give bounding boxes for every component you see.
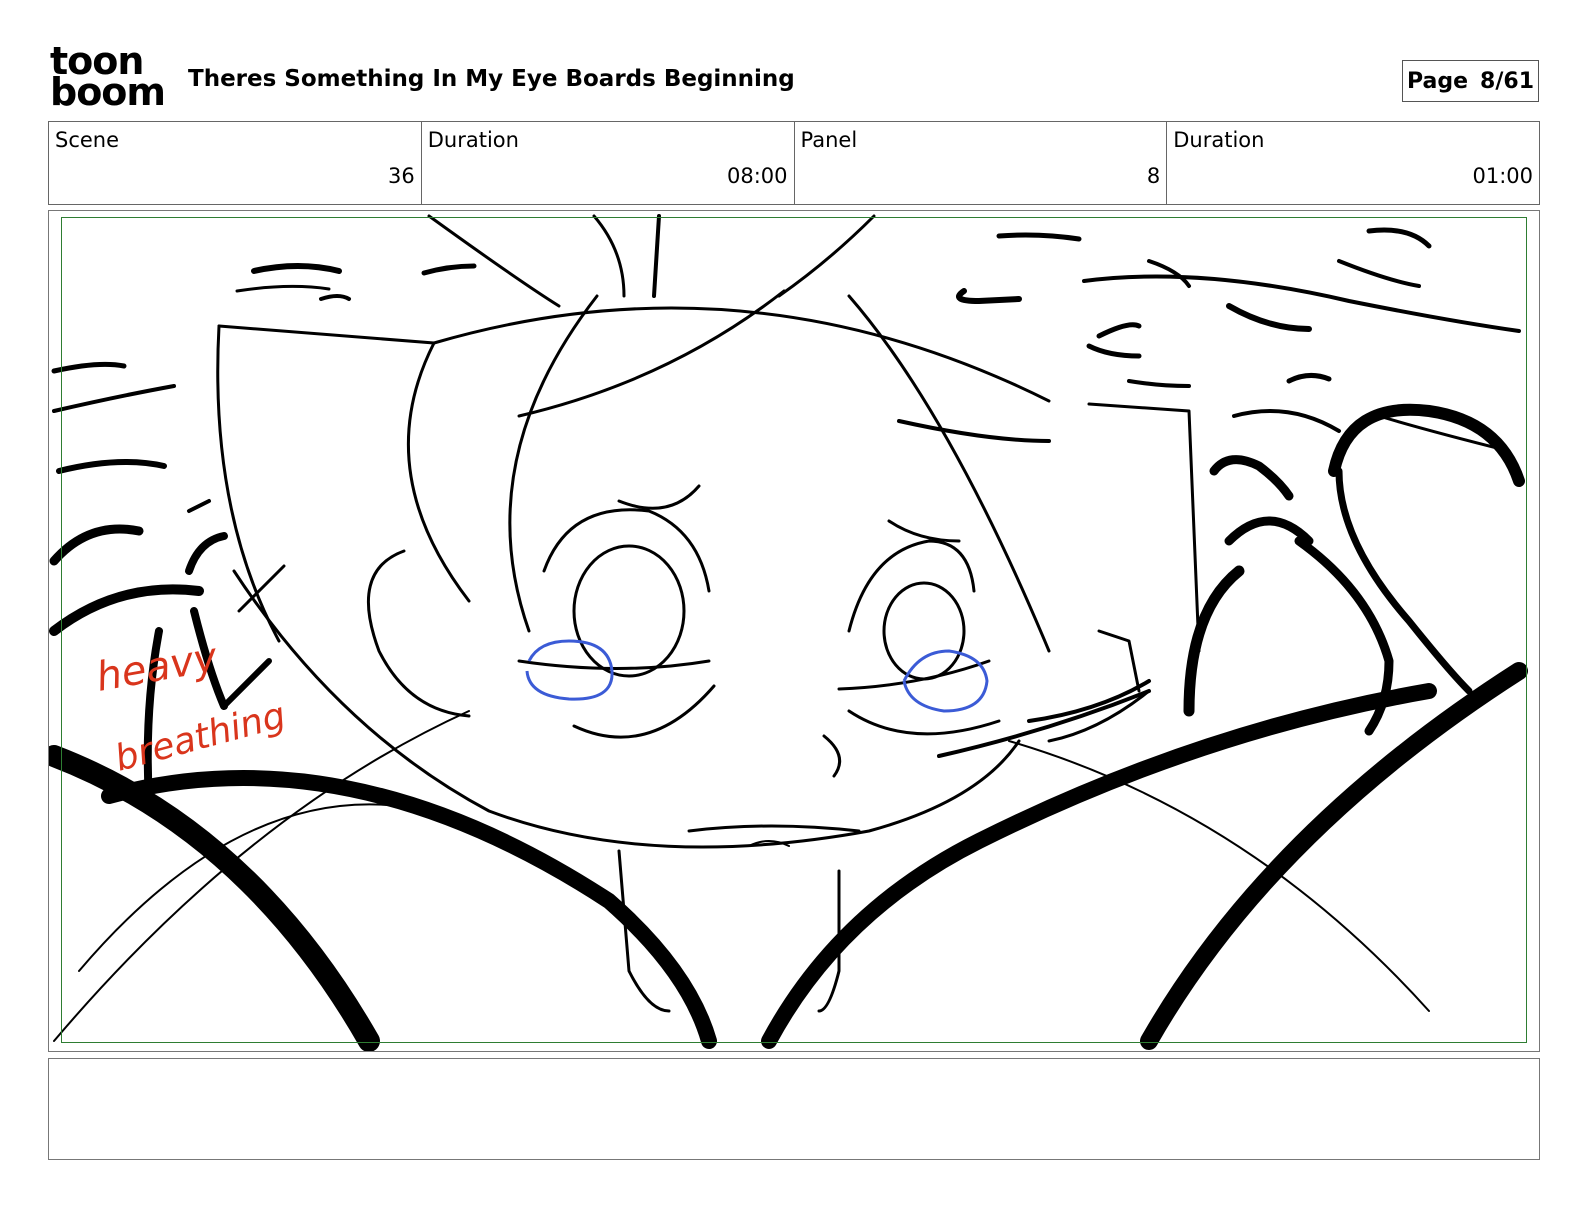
eye-left-lower-lid [517,659,711,670]
scene-duration-label: Duration [427,128,519,152]
panel-label: Panel [800,128,858,152]
eyebrow-left [617,484,701,510]
annotation-line-2: breathing [111,695,290,780]
speed-line-8 [187,499,211,513]
eye-left-blue-circle [525,639,614,701]
hair-top-left-line [217,324,436,345]
scene-info-table: Scene 36 Duration 08:00 Panel 8 Duration… [48,121,1540,205]
speed-line-r11 [1232,409,1341,433]
tear-stroke [937,689,1151,758]
eye-right-bag [847,709,1001,736]
scene-duration-value: 08:00 [726,164,788,188]
speed-line-r10 [1127,379,1191,388]
panel-sketch: heavy breathing [49,214,1528,1051]
panel-value: 8 [1146,164,1161,188]
bold-curve-r5 [1335,467,1473,695]
eye-left-upper-lid [542,508,711,593]
speed-line-r5 [1147,259,1191,288]
speed-line-r7 [1226,303,1312,332]
bold-curve-l2 [185,532,228,575]
speed-line-7 [56,459,167,474]
scene-value: 36 [388,164,415,188]
top-line-1 [427,214,561,308]
speed-line-r1 [996,232,1082,242]
annotation-line-1: heavy [93,634,222,701]
bold-curve-r1 [1209,455,1294,501]
hair-strand-center-left [508,294,599,633]
foreground-arc-far-right [1140,662,1528,1050]
speed-line-2 [421,263,477,276]
speed-line-r3 [1082,274,1521,333]
speed-line-r2 [1366,227,1432,249]
foreground-arc-center [101,770,717,1049]
heavy-breathing-annotation: heavy breathing [93,634,290,780]
foreground-arc-left [49,745,380,1051]
speed-line-3 [235,284,331,293]
hair-bang-2 [847,294,1051,653]
hair-strand-left [406,341,471,603]
bold-curve-l3 [49,584,204,636]
scene-label: Scene [55,128,120,152]
hair-right-outline [1087,402,1201,653]
panel-duration-cell: Duration 01:00 [1167,122,1539,204]
page-label: Page [1406,68,1469,94]
logo-line-2: boom [50,70,166,114]
speed-line-4 [319,294,351,301]
speed-line-r6 [1337,259,1421,288]
cheek-right-tuft [1097,629,1141,693]
panel-notes-box [48,1058,1540,1160]
nose [822,734,842,778]
ear-left [366,549,471,718]
page-indicator: Page 8/61 [1402,60,1539,102]
foreground-arc-right [761,683,1437,1049]
eye-left [572,544,686,678]
page-number: 8/61 [1480,68,1535,94]
speed-line-6 [52,384,176,413]
panel-cell: Panel 8 [795,122,1168,204]
storyboard-panel: heavy breathing [48,210,1540,1052]
top-line-3 [652,214,661,298]
top-line-4 [777,214,876,298]
speed-line-5 [51,361,127,374]
bold-curve-l1 [49,524,144,566]
eye-right [882,581,966,681]
eyebrow-right [887,519,961,543]
panel-duration-label: Duration [1173,128,1265,152]
mouth [687,824,861,833]
scene-cell: Scene 36 [49,122,422,204]
eye-left-bag [572,684,716,739]
toon-boom-logo: toon boom [50,42,166,114]
speed-line-r4 [956,288,1022,304]
hair-bang-3 [897,419,1051,443]
top-line-2 [592,214,626,298]
bold-curve-r4 [1328,403,1525,487]
panel-duration-value: 01:00 [1472,164,1533,188]
document-title: Theres Something In My Eye Boards Beginn… [188,66,795,92]
speed-line-r8 [1086,322,1142,359]
speed-line-1 [251,263,342,274]
speed-line-r9 [1286,373,1332,384]
scene-duration-cell: Duration 08:00 [422,122,795,204]
